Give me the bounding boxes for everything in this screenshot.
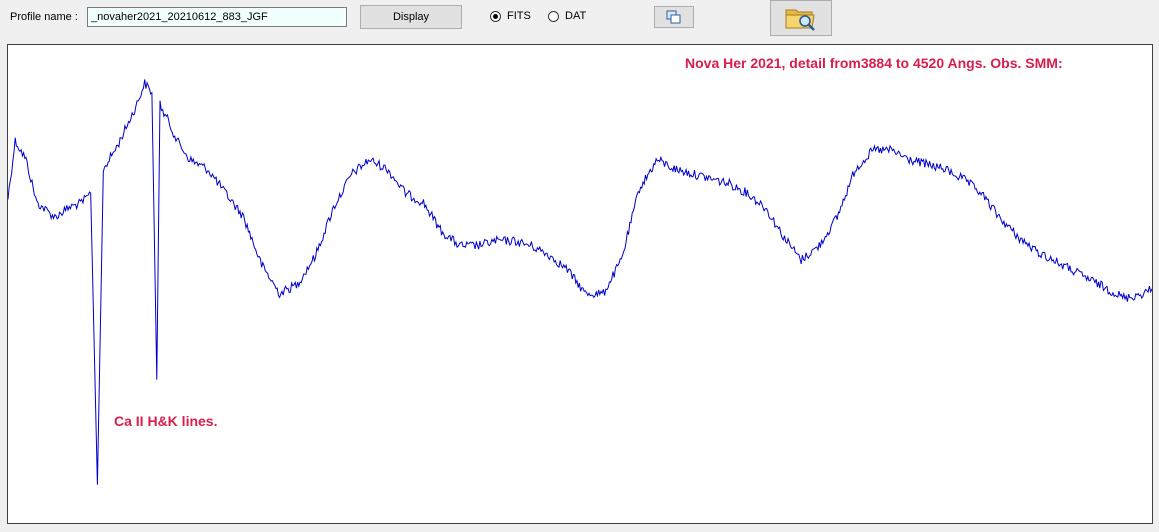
- chart-title-annotation: Nova Her 2021, detail from3884 to 4520 A…: [685, 55, 1063, 71]
- dat-radio-circle[interactable]: [548, 10, 559, 22]
- toolbar: Profile name : Display FITS DAT: [0, 0, 1159, 40]
- dat-radio-label: DAT: [565, 10, 587, 22]
- profile-name-input[interactable]: [87, 7, 347, 27]
- fits-radio-label: FITS: [507, 10, 531, 22]
- display-button[interactable]: Display: [360, 5, 462, 29]
- copy-button[interactable]: [654, 6, 694, 28]
- ca-hk-annotation: Ca II H&K lines.: [114, 413, 218, 429]
- spectrum-plot: [8, 79, 1152, 485]
- profile-name-label: Profile name :: [10, 11, 78, 23]
- copy-icon: [666, 10, 681, 24]
- open-folder-button[interactable]: [770, 0, 832, 36]
- dat-radio[interactable]: DAT: [548, 10, 586, 22]
- fits-radio-circle[interactable]: [490, 10, 501, 22]
- folder-search-icon: [785, 9, 815, 31]
- spectrum-chart: Nova Her 2021, detail from3884 to 4520 A…: [7, 44, 1153, 524]
- fits-radio[interactable]: FITS: [490, 10, 531, 22]
